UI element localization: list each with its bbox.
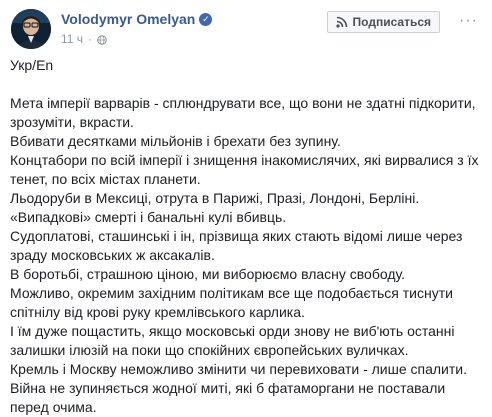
post-line: зраду московських ж аксакалів. xyxy=(10,247,215,263)
author-name-row: Volodymyr Omelyan ✓ xyxy=(61,11,213,27)
post-line: тенет, по всіх містах планети. xyxy=(10,171,201,187)
subscribe-button[interactable]: Подписаться xyxy=(326,11,440,33)
post-line: перед очима. xyxy=(10,399,97,415)
post-line: Кремль і Москву неможливо змінити чи пер… xyxy=(10,361,468,377)
post-line: І їм дуже пощастить, якщо московські орд… xyxy=(10,323,455,339)
post-line: залишки ілюзій на поки що спокійних євро… xyxy=(10,342,409,358)
verified-badge-icon: ✓ xyxy=(199,12,213,26)
post-line: Можливо, окремим західним політикам все … xyxy=(10,285,453,301)
rss-icon xyxy=(335,16,348,28)
post-header: Volodymyr Omelyan ✓ 11 ч · Подписаться ·… xyxy=(0,0,492,56)
language-tag: Укр/En xyxy=(10,57,54,73)
post-line: Вбивати десятками мільйонів і брехати бе… xyxy=(10,133,341,149)
author-name[interactable]: Volodymyr Omelyan xyxy=(61,11,195,27)
post-line: Льодоруби в Мексиці, отрута в Парижі, Пр… xyxy=(10,190,420,206)
post-line: спітнілу від крові руку кремлівського ка… xyxy=(10,304,305,320)
globe-icon[interactable] xyxy=(97,34,107,45)
more-options-icon[interactable]: ··· xyxy=(459,12,478,30)
post-line: Війна не зупиняється жодної миті, які б … xyxy=(10,380,446,396)
author-avatar[interactable] xyxy=(11,9,51,49)
subscribe-label: Подписаться xyxy=(352,15,431,29)
post-meta: 11 ч · xyxy=(61,32,107,46)
meta-separator: · xyxy=(88,32,93,46)
post-body: Укр/En Мета імперії варварів - сплюндрув… xyxy=(0,56,492,417)
post-line: В боротьбі, страшною ціною, ми виборюємо… xyxy=(10,266,406,282)
post-timestamp[interactable]: 11 ч xyxy=(61,32,83,46)
post-line: Концтабори по всій імперії і знищення ін… xyxy=(10,152,479,168)
post-line: зрозуміти, вкрасти. xyxy=(10,114,134,130)
post-line: Мета імперії варварів - сплюндрувати все… xyxy=(10,95,476,111)
post-line: Судоплатові, сташинські і ін, прізвища я… xyxy=(10,228,463,244)
facebook-post: Volodymyr Omelyan ✓ 11 ч · Подписаться ·… xyxy=(0,0,492,415)
post-line: «Випадкові» смерті і банальні кулі вбивц… xyxy=(10,209,287,225)
